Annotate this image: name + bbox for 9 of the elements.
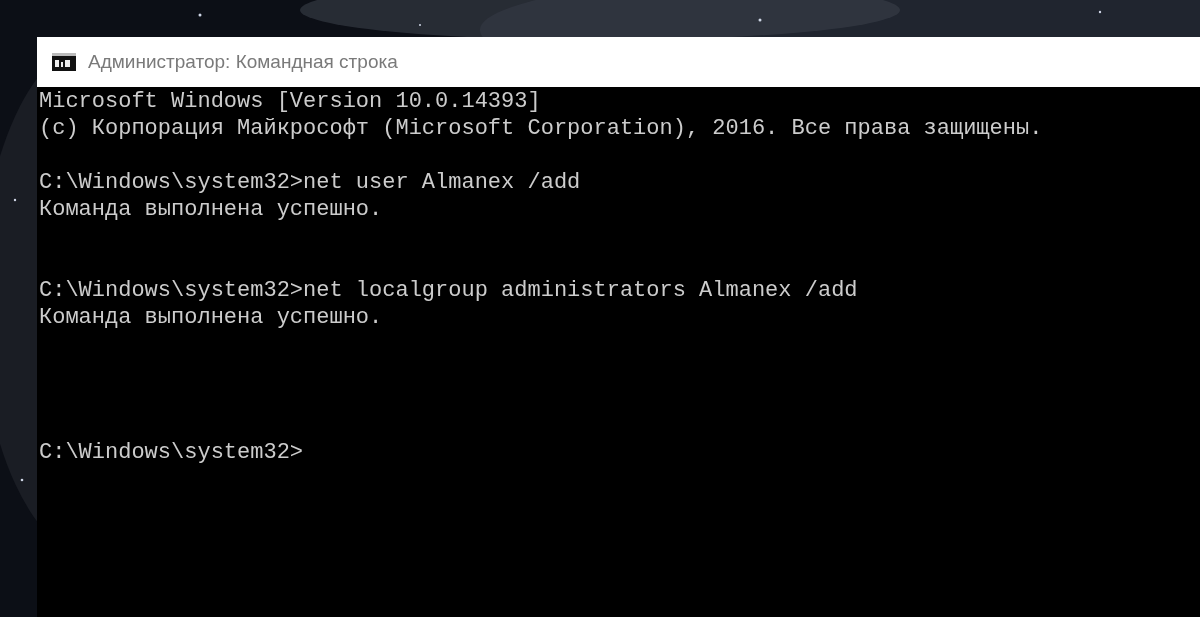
- console-line: C:\Windows\system32>net localgroup administrators Almanex /add: [39, 278, 858, 303]
- window-title: Администратор: Командная строка: [88, 49, 398, 74]
- console-line: Команда выполнена успешно.: [39, 305, 383, 330]
- console-line: (c) Корпорация Майкрософт (Microsoft Corporation), 2016. Все права защищены.: [39, 116, 1043, 141]
- console-line: C:\Windows\system32>: [39, 440, 304, 465]
- console-line: Microsoft Windows [Version 10.0.14393]: [39, 89, 541, 114]
- console-line: Команда выполнена успешно.: [39, 197, 383, 222]
- console-line: C:\Windows\system32>net user Almanex /add: [39, 170, 581, 195]
- terminal-icon: [52, 53, 76, 71]
